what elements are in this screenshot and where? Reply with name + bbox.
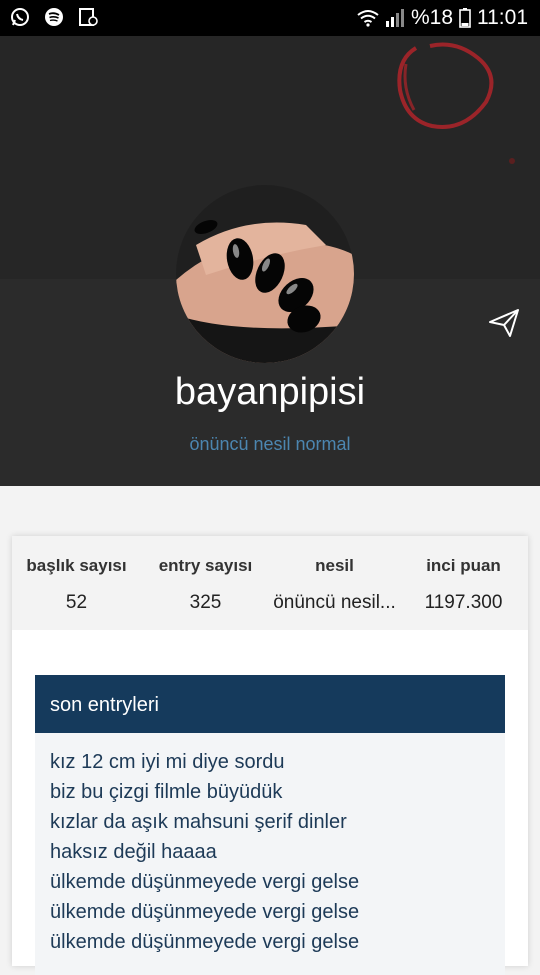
entry-link[interactable]: ülkemde düşünmeyede vergi gelse [50,897,359,927]
recent-entries-header: son entryleri [35,675,505,733]
stats-row: başlık sayısı 52 entry sayısı 325 nesil … [12,536,528,630]
stat-label: nesil [315,556,354,575]
recent-entries: son entryleri kız 12 cm iyi mi diye sord… [35,675,505,975]
battery-icon [459,8,471,28]
stat-label: entry sayısı [158,556,253,575]
stat-label: inci puan [426,556,501,575]
spotify-icon [45,8,63,26]
battery-percent: %18 [410,6,453,29]
wifi-icon [357,10,379,27]
avatar-image [176,185,354,363]
status-bar: %18 11:01 [0,0,540,36]
scribble-mark [397,42,494,129]
notification-icon [79,8,98,26]
entry-link[interactable]: haksız değil haaaa [50,837,359,867]
stat-value: 325 [189,592,222,613]
entries-list: kız 12 cm iyi mi diye sordu biz bu çizgi… [50,747,359,957]
share-icon[interactable] [488,308,520,338]
stat-label: başlık sayısı [26,556,127,575]
profile-header: bayanpipisi önüncü nesil normal [0,36,540,486]
entry-link[interactable]: kızlar da aşık mahsuni şerif dinler [50,807,359,837]
whatsapp-icon [11,8,29,26]
recent-entries-title: son entryleri [50,694,159,716]
stat-value: önüncü nesil... [273,592,396,613]
marker-dot [509,158,515,164]
signal-icon [385,9,404,27]
profile-username: bayanpipisi [174,371,366,413]
profile-card: başlık sayısı 52 entry sayısı 325 nesil … [12,536,528,975]
status-bar-notifications [10,7,98,27]
avatar[interactable] [176,185,354,363]
clock: 11:01 [477,6,528,29]
stat-value: 1197.300 [424,592,503,613]
entry-link[interactable]: ülkemde düşünmeyede vergi gelse [50,867,359,897]
profile-generation[interactable]: önüncü nesil normal [0,434,540,455]
status-bar-system: %18 11:01 [357,6,528,30]
entry-link[interactable]: biz bu çizgi filmle büyüdük [50,777,359,807]
entry-link[interactable]: kız 12 cm iyi mi diye sordu [50,747,359,777]
entry-link[interactable]: ülkemde düşünmeyede vergi gelse [50,927,359,957]
stat-value: 52 [65,592,88,613]
